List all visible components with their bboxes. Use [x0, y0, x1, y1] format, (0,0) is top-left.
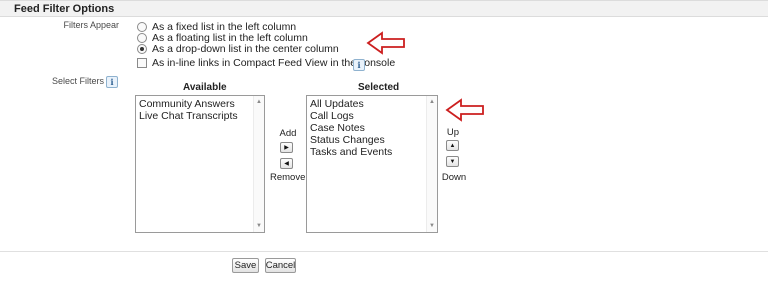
scroll-up-icon[interactable]: ▲	[429, 99, 435, 105]
filters-appear-label: Filters Appear	[63, 20, 119, 30]
section-title: Feed Filter Options	[14, 3, 115, 15]
up-label: Up	[446, 127, 460, 138]
scroll-up-icon[interactable]: ▲	[256, 99, 262, 105]
arrow-down-icon: ▼	[449, 158, 456, 165]
annotation-arrow-icon	[366, 31, 405, 55]
arrow-left-icon: ◀	[284, 161, 289, 167]
list-item[interactable]: Case Notes	[310, 122, 392, 134]
radio-floating-list[interactable]: As a floating list in the left column	[137, 32, 308, 44]
section-header: Feed Filter Options	[0, 0, 768, 17]
console-checkbox[interactable]	[137, 58, 147, 68]
list-item[interactable]: Community Answers	[139, 98, 238, 110]
remove-button[interactable]: ◀	[280, 158, 293, 169]
annotation-arrow-icon	[445, 98, 484, 122]
radio-dropdown-list[interactable]: As a drop-down list in the center column	[137, 42, 339, 55]
selected-heading: Selected	[358, 82, 400, 93]
scroll-down-icon[interactable]: ▼	[429, 223, 435, 229]
list-item[interactable]: Tasks and Events	[310, 146, 392, 158]
available-heading: Available	[183, 82, 227, 93]
add-label: Add	[279, 128, 297, 139]
list-item[interactable]: Call Logs	[310, 110, 392, 122]
radio-fixed-list[interactable]: As a fixed list in the left column	[137, 21, 296, 33]
arrow-right-icon: ▶	[284, 145, 289, 151]
radio-button[interactable]	[137, 32, 147, 43]
scroll-down-icon[interactable]: ▼	[256, 223, 262, 229]
info-icon[interactable]: i	[353, 59, 365, 71]
available-listbox[interactable]: Community Answers Live Chat Transcripts …	[135, 95, 265, 233]
radio-button[interactable]	[137, 21, 147, 32]
list-item[interactable]: All Updates	[310, 98, 392, 110]
remove-label: Remove	[270, 172, 306, 183]
move-down-button[interactable]: ▼	[446, 156, 459, 167]
cancel-button[interactable]: Cancel	[265, 258, 296, 273]
select-filters-label: Select Filters	[51, 76, 104, 86]
list-item[interactable]: Status Changes	[310, 134, 392, 146]
arrow-up-icon: ▲	[449, 142, 456, 149]
radio-button-selected[interactable]	[137, 43, 147, 54]
save-button[interactable]: Save	[232, 258, 259, 273]
list-item[interactable]: Live Chat Transcripts	[139, 110, 238, 122]
radio-label: As a drop-down list in the center column	[152, 42, 339, 55]
scrollbar[interactable]: ▲ ▼	[253, 96, 264, 232]
move-up-button[interactable]: ▲	[446, 140, 459, 151]
button-bar	[0, 251, 768, 277]
add-button[interactable]: ▶	[280, 142, 293, 153]
down-label: Down	[441, 172, 467, 183]
scrollbar[interactable]: ▲ ▼	[426, 96, 437, 232]
selected-listbox[interactable]: All Updates Call Logs Case Notes Status …	[306, 95, 438, 233]
info-icon[interactable]: i	[106, 76, 118, 88]
